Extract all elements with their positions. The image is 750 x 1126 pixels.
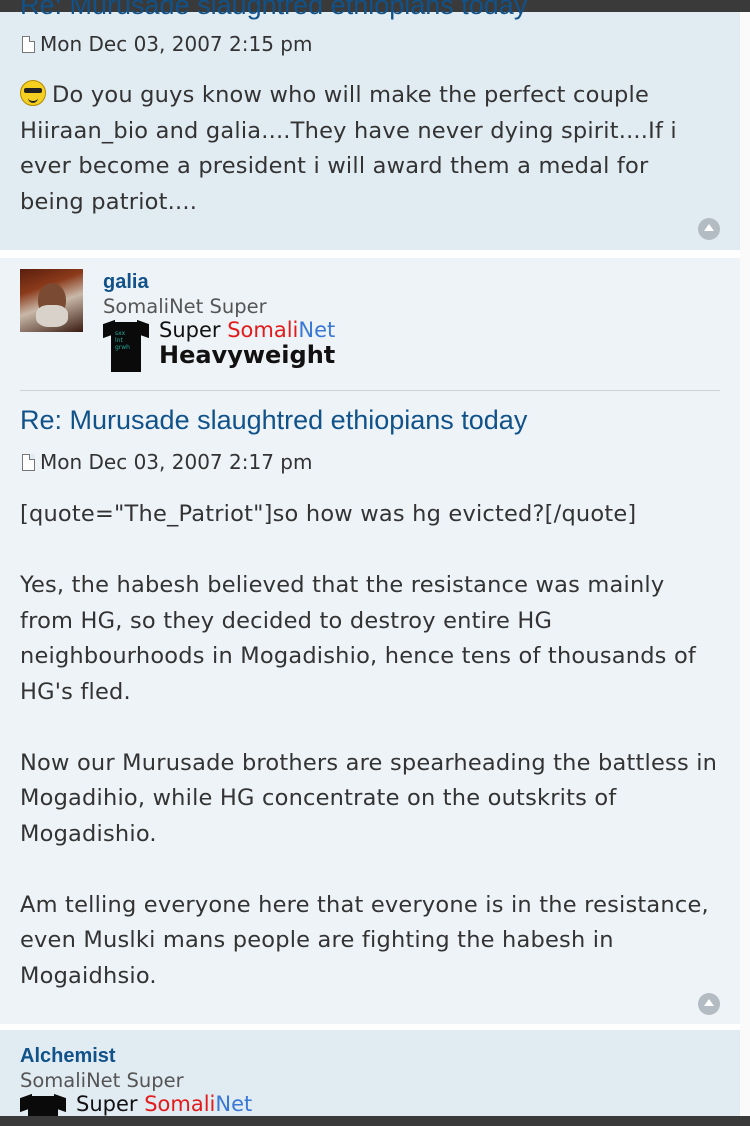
tshirt-icon [20,1092,66,1116]
content-line: Mogaidhsio. [20,962,157,989]
post-meta: Mon Dec 03, 2007 2:15 pm [22,32,312,56]
content-line-3: ever become a president i will award the… [20,153,649,179]
post-author[interactable]: Alchemist [20,1045,116,1068]
post-title[interactable]: Re: Murusade slaughtred ethiopians today [20,0,527,21]
content-line: HG's fled. [20,678,131,705]
content-line: [quote="The_Patriot"]so how was hg evict… [20,501,637,527]
post-author[interactable]: galia [103,271,149,294]
content-line [20,852,720,888]
content-line-2: Hiiraan_bio and galia....They have never… [20,117,677,144]
author-rank: SomaliNet Super [103,295,267,318]
content-line: from HG, so they decided to destroy enti… [20,607,553,634]
content-line: Am telling everyone here that everyone i… [20,891,709,918]
content-line: Mogadihio, while HG concentrate on the o… [20,785,617,811]
content-line: even Muslki mans people are fighting the… [20,927,614,953]
avatar[interactable] [20,269,83,332]
badge-line-1: Super SomaliNet [76,1092,253,1116]
content-line [20,533,720,569]
author-rank: SomaliNet Super [20,1069,184,1092]
badge-line-1: Super SomaliNet [159,318,336,342]
badge-line-2: Heavyweight [159,341,336,369]
post-1: Re: Murusade slaughtred ethiopians today… [0,0,740,250]
content-line: Mogadishio. [20,820,157,847]
content-line: Yes, the habesh believed that the resist… [20,572,665,598]
post-date: Mon Dec 03, 2007 2:17 pm [40,450,313,474]
rank-badge-image: Super SomaliNet [20,1092,260,1116]
content-line [20,710,720,746]
page-edge [740,12,750,1116]
cool-smiley-icon [20,80,46,106]
post-title[interactable]: Re: Murusade slaughtred ethiopians today [20,405,527,436]
back-to-top-icon[interactable] [698,993,720,1015]
content-line: Now our Murusade brothers are spearheadi… [20,749,718,776]
content-line-4: being patriot.... [20,188,198,215]
rank-badge-image: sxx lnt grwh Super SomaliNet Heavyweight [103,318,343,376]
post-doc-icon[interactable] [22,453,35,471]
post-meta: Mon Dec 03, 2007 2:17 pm [22,450,312,474]
divider [20,390,720,391]
back-to-top-icon[interactable] [698,218,720,240]
window-bottom-bar [0,1116,750,1126]
tshirt-icon: sxx lnt grwh [103,318,149,372]
post-3: Alchemist SomaliNet Super Super SomaliNe… [0,1030,740,1116]
post-date: Mon Dec 03, 2007 2:15 pm [40,32,313,56]
post-content: [quote="The_Patriot"]so how was hg evict… [20,497,720,994]
post-doc-icon[interactable] [22,35,35,53]
content-line-1: Do you guys know who will make the perfe… [20,78,720,114]
content-line: neighbourhoods in Mogadishio, hence tens… [20,643,697,669]
post-content: Do you guys know who will make the perfe… [20,78,720,220]
